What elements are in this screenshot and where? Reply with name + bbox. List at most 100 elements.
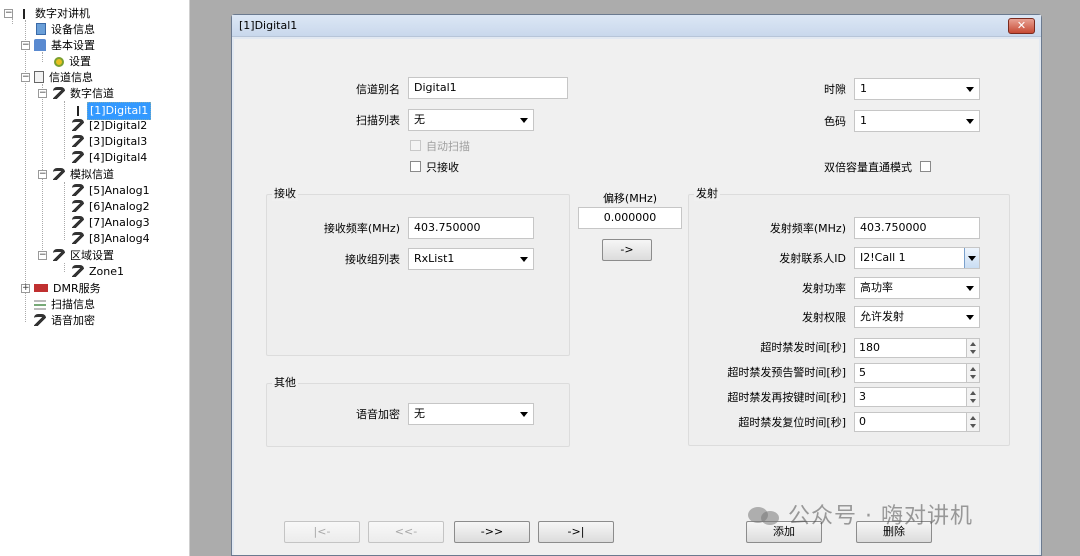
- tot-prealert-value: 5: [859, 366, 866, 379]
- spin-buttons[interactable]: [966, 364, 979, 382]
- close-button[interactable]: ✕: [1008, 18, 1035, 34]
- tree-item-digital-channel[interactable]: 数字信道: [53, 86, 116, 102]
- spin-buttons[interactable]: [966, 413, 979, 431]
- tree-item-voice-encrypt[interactable]: 语音加密: [34, 313, 97, 329]
- tree-item-analog4[interactable]: [8]Analog4: [72, 231, 152, 247]
- dropdown-button[interactable]: [964, 248, 979, 268]
- house-icon: [34, 39, 46, 51]
- arrow-down-icon: [970, 375, 976, 379]
- tree-label: [4]Digital4: [89, 151, 148, 164]
- tree-item-dmr-service[interactable]: DMR服务: [34, 281, 103, 297]
- tree-item-analog3[interactable]: [7]Analog3: [72, 215, 152, 231]
- scan-list-select[interactable]: 无: [408, 109, 534, 131]
- arrow-up-icon: [970, 367, 976, 371]
- tx-frequency-input[interactable]: 403.750000: [854, 217, 980, 239]
- tx-contact-select[interactable]: I2!Call 1: [854, 247, 980, 269]
- timeslot-label: 时隙: [824, 83, 846, 96]
- tree-label: 设置: [69, 55, 91, 68]
- arrow-down-icon: [970, 399, 976, 403]
- tot-rekey-spinner[interactable]: 3: [854, 387, 980, 407]
- tree-label: 扫描信息: [51, 298, 95, 311]
- spin-buttons[interactable]: [966, 388, 979, 406]
- dialog-titlebar[interactable]: [1]Digital1 ✕: [232, 15, 1041, 37]
- expand-toggle[interactable]: +: [21, 284, 30, 293]
- channel-alias-input[interactable]: Digital1: [408, 77, 568, 99]
- rx-frequency-input[interactable]: 403.750000: [408, 217, 534, 239]
- first-record-button[interactable]: |<-: [284, 521, 360, 543]
- color-code-select[interactable]: 1: [854, 110, 980, 132]
- tot-reset-spinner[interactable]: 0: [854, 412, 980, 432]
- chevron-down-icon: [966, 286, 974, 291]
- tree-item-analog1[interactable]: [5]Analog1: [72, 183, 152, 199]
- tx-frequency-label: 发射频率(MHz): [769, 222, 846, 235]
- tree-label: [2]Digital2: [89, 119, 148, 132]
- tree-label: [6]Analog2: [89, 200, 150, 213]
- chevron-down-icon: [520, 412, 528, 417]
- receive-only-checkbox[interactable]: [410, 161, 421, 172]
- color-code-label: 色码: [824, 115, 846, 128]
- timeslot-select[interactable]: 1: [854, 78, 980, 100]
- tree-item-digital4[interactable]: [4]Digital4: [72, 150, 149, 166]
- collapse-toggle[interactable]: −: [38, 251, 47, 260]
- tree-label: 数字信道: [70, 87, 114, 100]
- rx-group-list-select[interactable]: RxList1: [408, 248, 534, 270]
- tree-item-radio[interactable]: 数字对讲机: [18, 6, 92, 22]
- collapse-toggle[interactable]: −: [38, 170, 47, 179]
- color-code-value: 1: [860, 114, 867, 127]
- chevron-down-icon: [968, 256, 976, 261]
- tot-spinner[interactable]: 180: [854, 338, 980, 358]
- microphone-icon: [53, 249, 65, 261]
- arrow-up-icon: [970, 391, 976, 395]
- tot-label: 超时禁发时间[秒]: [760, 341, 846, 354]
- tot-reset-label: 超时禁发复位时间[秒]: [738, 416, 846, 429]
- microphone-icon: [72, 151, 84, 163]
- tree-item-analog2[interactable]: [6]Analog2: [72, 199, 152, 215]
- microphone-icon: [72, 119, 84, 131]
- arrow-down-icon: [970, 424, 976, 428]
- previous-record-button[interactable]: <<-: [368, 521, 444, 543]
- tree-item-channel-info[interactable]: 信道信息: [34, 70, 95, 86]
- tree-item-scan-info[interactable]: 扫描信息: [34, 297, 97, 313]
- offset-label: 偏移(MHz): [602, 192, 658, 205]
- last-record-button[interactable]: ->|: [538, 521, 614, 543]
- tree-item-device-info[interactable]: 设备信息: [36, 22, 97, 38]
- dual-capacity-label: 双倍容量直通模式: [824, 161, 912, 174]
- tot-prealert-label: 超时禁发预告警时间[秒]: [727, 366, 846, 379]
- collapse-toggle[interactable]: −: [38, 89, 47, 98]
- tree-item-digital2[interactable]: [2]Digital2: [72, 118, 149, 134]
- voice-encrypt-select[interactable]: 无: [408, 403, 534, 425]
- gear-icon: [54, 57, 64, 67]
- auto-scan-checkbox[interactable]: [410, 140, 421, 151]
- tree-item-zone1[interactable]: Zone1: [72, 264, 126, 280]
- tree-item-digital1[interactable]: [1]Digital1: [72, 102, 152, 120]
- tree-label: 数字对讲机: [35, 7, 90, 20]
- dual-capacity-checkbox[interactable]: [920, 161, 931, 172]
- navigation-tree: − 数字对讲机 设备信息 − 基本设置 设置 − 信道信息 − 数字信道 [1]…: [0, 0, 190, 556]
- rx-frequency-label: 接收频率(MHz): [323, 222, 400, 235]
- close-icon: ✕: [1016, 19, 1027, 32]
- collapse-toggle[interactable]: −: [4, 9, 13, 18]
- tree-label: [3]Digital3: [89, 135, 148, 148]
- tree-item-analog-channel[interactable]: 模拟信道: [53, 167, 116, 183]
- tx-contact-label: 发射联系人ID: [779, 252, 846, 265]
- collapse-toggle[interactable]: −: [21, 41, 30, 50]
- microphone-icon: [72, 200, 84, 212]
- tree-item-digital3[interactable]: [3]Digital3: [72, 134, 149, 150]
- tree-item-zone-settings[interactable]: 区域设置: [53, 248, 116, 264]
- tot-prealert-spinner[interactable]: 5: [854, 363, 980, 383]
- apply-offset-button[interactable]: ->: [602, 239, 652, 261]
- tx-permission-select[interactable]: 允许发射: [854, 306, 980, 328]
- next-record-button[interactable]: ->>: [454, 521, 530, 543]
- tree-line: [64, 101, 65, 159]
- voice-encrypt-label: 语音加密: [356, 408, 400, 421]
- tx-power-select[interactable]: 高功率: [854, 277, 980, 299]
- auto-scan-label: 自动扫描: [426, 140, 470, 153]
- tx-permission-value: 允许发射: [860, 310, 904, 323]
- collapse-toggle[interactable]: −: [21, 73, 30, 82]
- arrow-up-icon: [970, 416, 976, 420]
- microphone-icon: [72, 216, 84, 228]
- tree-item-settings[interactable]: 设置: [54, 54, 93, 70]
- spin-buttons[interactable]: [966, 339, 979, 357]
- tree-item-basic-settings[interactable]: 基本设置: [34, 38, 97, 54]
- offset-input[interactable]: 0.000000: [578, 207, 682, 229]
